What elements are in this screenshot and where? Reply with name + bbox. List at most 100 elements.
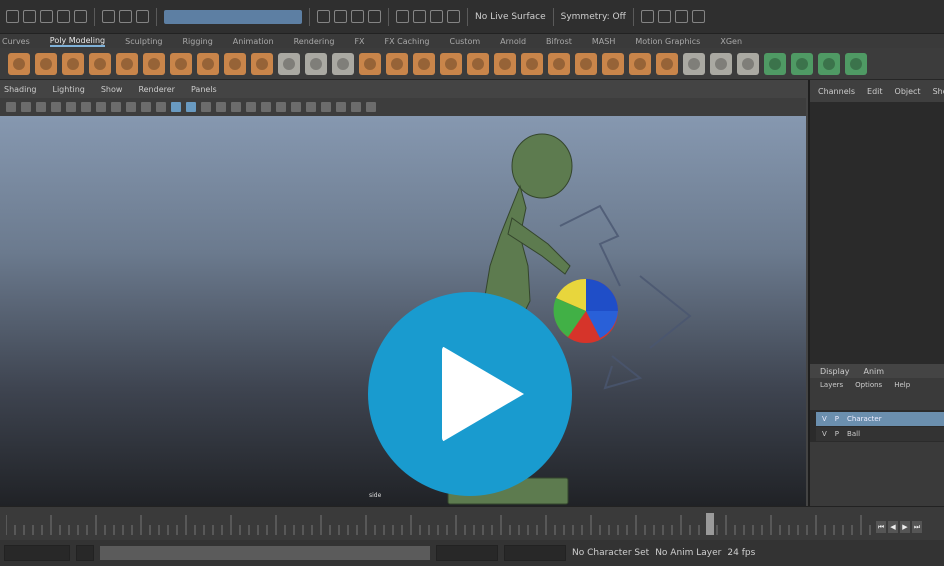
end-time-field[interactable]	[504, 545, 566, 561]
xray-icon[interactable]	[276, 102, 286, 112]
channel-box-tab-show[interactable]: Show	[933, 87, 944, 96]
render-settings-icon[interactable]	[430, 10, 443, 23]
use-all-lights-icon[interactable]	[231, 102, 241, 112]
channel-box-icon[interactable]	[691, 10, 705, 23]
tab-arnold[interactable]: Arnold	[500, 37, 526, 46]
channel-box-tab-object[interactable]: Object	[895, 87, 921, 96]
attribute-editor-icon[interactable]	[657, 10, 671, 23]
ambient-occlusion-icon[interactable]	[306, 102, 316, 112]
tab-mash[interactable]: MASH	[592, 37, 615, 46]
layer-visible-toggle[interactable]: V	[822, 430, 827, 438]
snap-view-icon[interactable]	[368, 10, 381, 23]
layer-visible-toggle[interactable]: V	[822, 415, 827, 423]
camera-icon[interactable]	[6, 102, 16, 112]
poly-cone-icon[interactable]	[35, 52, 57, 75]
gate-mask-icon[interactable]	[111, 102, 121, 112]
modeling-toolkit-icon[interactable]	[640, 10, 654, 23]
bookmark-icon[interactable]	[36, 102, 46, 112]
resolution-gate-icon[interactable]	[96, 102, 106, 112]
camera-attributes-icon[interactable]	[21, 102, 31, 112]
viewport[interactable]: side	[0, 116, 806, 506]
selection-mask-field[interactable]	[164, 9, 302, 24]
layer-menu-help[interactable]: Help	[894, 381, 910, 389]
open-scene-icon[interactable]	[23, 10, 36, 23]
gamma-icon[interactable]	[366, 102, 376, 112]
safe-action-icon[interactable]	[141, 102, 151, 112]
panel-menu-lighting[interactable]: Lighting	[53, 85, 85, 94]
exposure-icon[interactable]	[351, 102, 361, 112]
auto-uv-icon[interactable]	[845, 52, 867, 75]
layer-tab-display[interactable]: Display	[820, 367, 850, 376]
channel-box-tab-edit[interactable]: Edit	[867, 87, 883, 96]
step-back-icon[interactable]: ◀	[888, 521, 898, 533]
select-hierarchy-icon[interactable]	[102, 10, 115, 23]
multi-cut-icon[interactable]	[494, 52, 516, 75]
grid-icon[interactable]	[66, 102, 76, 112]
start-time-field[interactable]	[4, 545, 70, 561]
tab-fx-caching[interactable]: FX Caching	[385, 37, 430, 46]
layer-menu-layers[interactable]: Layers	[820, 381, 843, 389]
wireframe-on-shaded-icon[interactable]	[201, 102, 211, 112]
poly-text-icon[interactable]	[224, 52, 246, 75]
layer-row[interactable]: V P Character	[816, 412, 944, 426]
connect-icon[interactable]	[683, 52, 705, 75]
uv-editor-icon[interactable]	[764, 52, 786, 75]
character-set-dropdown[interactable]: No Character Set	[572, 548, 649, 558]
tab-animation[interactable]: Animation	[233, 37, 274, 46]
poly-torus-icon[interactable]	[62, 52, 84, 75]
edit-edge-flow-icon[interactable]	[710, 52, 732, 75]
tab-rendering[interactable]: Rendering	[294, 37, 335, 46]
collapse-icon[interactable]	[737, 52, 759, 75]
poly-platonic-icon[interactable]	[116, 52, 138, 75]
fill-hole-icon[interactable]	[467, 52, 489, 75]
depth-of-field-icon[interactable]	[336, 102, 346, 112]
ipr-render-icon[interactable]	[413, 10, 426, 23]
isolate-select-icon[interactable]	[261, 102, 271, 112]
redo-icon[interactable]	[74, 10, 87, 23]
panel-menu-show[interactable]: Show	[101, 85, 123, 94]
symmetry-dropdown[interactable]: Symmetry: Off	[561, 12, 626, 22]
poly-sphere-icon[interactable]	[170, 52, 192, 75]
tool-settings-icon[interactable]	[674, 10, 688, 23]
poly-pipe-icon[interactable]	[197, 52, 219, 75]
panel-menu-shading[interactable]: Shading	[4, 85, 37, 94]
go-to-end-icon[interactable]: ⏭	[912, 521, 922, 533]
poly-cube-icon[interactable]	[8, 52, 30, 75]
anim-layer-dropdown[interactable]: No Anim Layer	[655, 548, 721, 558]
tab-poly-modeling[interactable]: Poly Modeling	[49, 36, 106, 47]
smooth-shade-icon[interactable]	[186, 102, 196, 112]
select-component-icon[interactable]	[136, 10, 149, 23]
tab-xgen[interactable]: XGen	[720, 37, 742, 46]
playback-end-field[interactable]	[436, 545, 498, 561]
channel-box-tab-channels[interactable]: Channels	[818, 87, 855, 96]
undo-icon[interactable]	[57, 10, 70, 23]
append-icon[interactable]	[440, 52, 462, 75]
bool-union-icon[interactable]	[548, 52, 570, 75]
field-chart-icon[interactable]	[126, 102, 136, 112]
render-icon[interactable]	[396, 10, 409, 23]
xray-joints-icon[interactable]	[291, 102, 301, 112]
merge-icon[interactable]	[521, 52, 543, 75]
planar-map-icon[interactable]	[791, 52, 813, 75]
snap-curve-icon[interactable]	[334, 10, 347, 23]
safe-title-icon[interactable]	[156, 102, 166, 112]
wireframe-icon[interactable]	[171, 102, 181, 112]
beach-ball[interactable]	[553, 278, 618, 343]
layer-playback-toggle[interactable]: P	[835, 415, 839, 423]
cylindrical-map-icon[interactable]	[818, 52, 840, 75]
anti-aliasing-icon[interactable]	[321, 102, 331, 112]
play-button[interactable]	[368, 292, 572, 496]
layer-menu-options[interactable]: Options	[855, 381, 882, 389]
extrude-icon[interactable]	[359, 52, 381, 75]
smooth-icon[interactable]	[332, 52, 354, 75]
quad-draw-icon[interactable]	[629, 52, 651, 75]
shadows-icon[interactable]	[246, 102, 256, 112]
poly-disk-icon[interactable]	[89, 52, 111, 75]
panel-menu-renderer[interactable]: Renderer	[138, 85, 175, 94]
new-scene-icon[interactable]	[6, 10, 19, 23]
target-weld-icon[interactable]	[656, 52, 678, 75]
layer-row[interactable]: V P Ball	[816, 427, 944, 441]
play-forward-icon[interactable]: ▶	[900, 521, 910, 533]
bevel-icon[interactable]	[413, 52, 435, 75]
select-object-icon[interactable]	[119, 10, 132, 23]
